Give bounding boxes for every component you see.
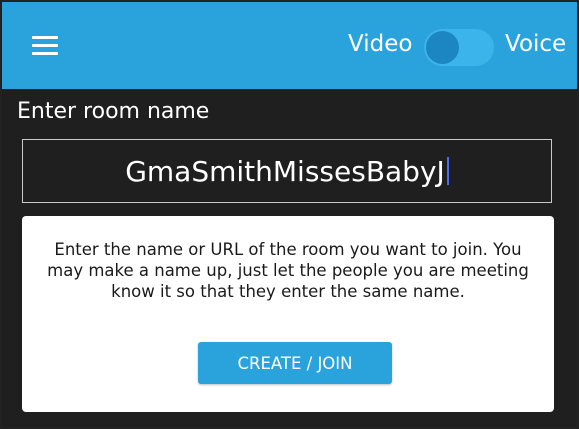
create-join-button[interactable]: CREATE / JOIN bbox=[198, 342, 392, 384]
info-card: Enter the name or URL of the room you wa… bbox=[22, 216, 554, 412]
app-header: Video Voice bbox=[2, 2, 577, 89]
video-voice-toggle[interactable] bbox=[424, 29, 494, 66]
text-caret bbox=[446, 157, 449, 185]
info-text: Enter the name or URL of the room you wa… bbox=[47, 240, 529, 301]
room-name-label: Enter room name bbox=[17, 99, 210, 124]
room-name-input[interactable]: GmaSmithMissesBabyJ bbox=[22, 139, 552, 203]
toggle-knob bbox=[426, 31, 459, 64]
video-mode-label: Video bbox=[348, 31, 413, 57]
voice-mode-label: Voice bbox=[505, 31, 567, 57]
app-frame: Video Voice Enter room name GmaSmithMiss… bbox=[0, 0, 579, 429]
hamburger-menu-icon[interactable] bbox=[32, 36, 58, 56]
room-name-value: GmaSmithMissesBabyJ bbox=[125, 154, 445, 188]
